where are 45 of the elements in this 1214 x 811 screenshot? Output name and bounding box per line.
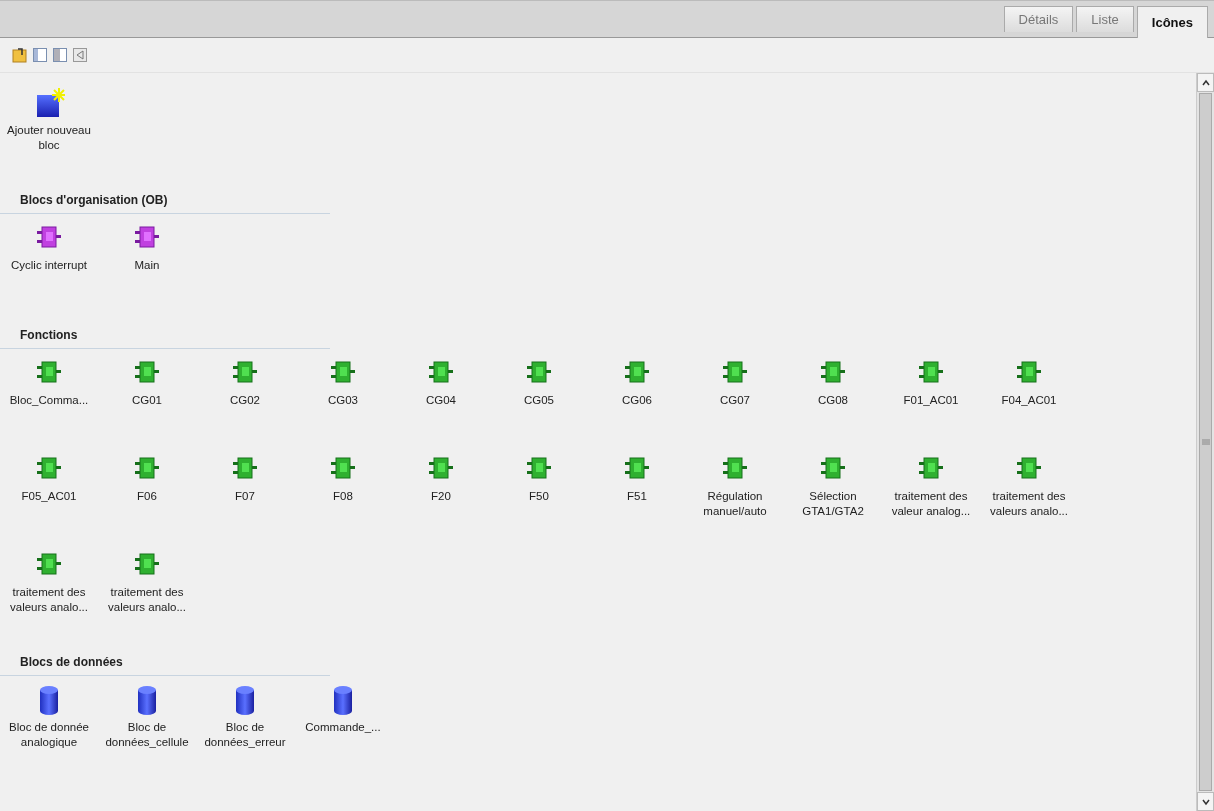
pane-icon[interactable]: [52, 47, 68, 63]
scroll-down-icon[interactable]: [1197, 792, 1214, 811]
block-item[interactable]: Commande_...: [294, 676, 392, 772]
block-item[interactable]: F50: [490, 445, 588, 541]
block-item[interactable]: CG03: [294, 349, 392, 445]
block-item[interactable]: traitement des valeurs analo...: [98, 541, 196, 637]
block-item[interactable]: CG01: [98, 349, 196, 445]
block-item[interactable]: F20: [392, 445, 490, 541]
pane-icon[interactable]: [32, 47, 48, 63]
block-item[interactable]: traitement des valeurs analo...: [980, 445, 1078, 541]
block-item[interactable]: Cyclic interrupt: [0, 214, 98, 310]
view-tab[interactable]: Détails: [1003, 6, 1074, 32]
block-item[interactable]: CG02: [196, 349, 294, 445]
section-heading: Blocs d'organisation (OB): [0, 183, 330, 214]
block-item[interactable]: Bloc_Comma...: [0, 349, 98, 445]
scroll-thumb[interactable]: [1199, 93, 1212, 791]
add-block-item[interactable]: Ajouter nouveau bloc: [0, 79, 98, 175]
send-icon[interactable]: [72, 47, 88, 63]
block-item[interactable]: Bloc de données_erreur: [196, 676, 294, 772]
block-item[interactable]: Bloc de données_cellule: [98, 676, 196, 772]
block-item[interactable]: F51: [588, 445, 686, 541]
block-item[interactable]: traitement des valeur analog...: [882, 445, 980, 541]
scroll-up-icon[interactable]: [1197, 73, 1214, 92]
block-item[interactable]: F04_AC01: [980, 349, 1078, 445]
view-tab[interactable]: Liste: [1076, 6, 1134, 32]
block-item[interactable]: CG07: [686, 349, 784, 445]
section-heading: Blocs de données: [0, 645, 330, 676]
scrollbar[interactable]: [1196, 73, 1214, 811]
block-item[interactable]: CG05: [490, 349, 588, 445]
block-item[interactable]: F05_AC01: [0, 445, 98, 541]
block-item[interactable]: F01_AC01: [882, 349, 980, 445]
block-item[interactable]: F08: [294, 445, 392, 541]
block-item[interactable]: traitement des valeurs analo...: [0, 541, 98, 637]
view-tab[interactable]: Icônes: [1136, 6, 1208, 38]
block-item[interactable]: F06: [98, 445, 196, 541]
block-item[interactable]: Bloc de donnée analogique: [0, 676, 98, 772]
block-item[interactable]: F07: [196, 445, 294, 541]
block-item[interactable]: Sélection GTA1/GTA2: [784, 445, 882, 541]
block-item[interactable]: CG08: [784, 349, 882, 445]
folder-icon[interactable]: [12, 47, 28, 63]
block-item[interactable]: CG06: [588, 349, 686, 445]
block-item[interactable]: Main: [98, 214, 196, 310]
section-heading: Fonctions: [0, 318, 330, 349]
block-item[interactable]: CG04: [392, 349, 490, 445]
block-item[interactable]: Régulation manuel/auto: [686, 445, 784, 541]
